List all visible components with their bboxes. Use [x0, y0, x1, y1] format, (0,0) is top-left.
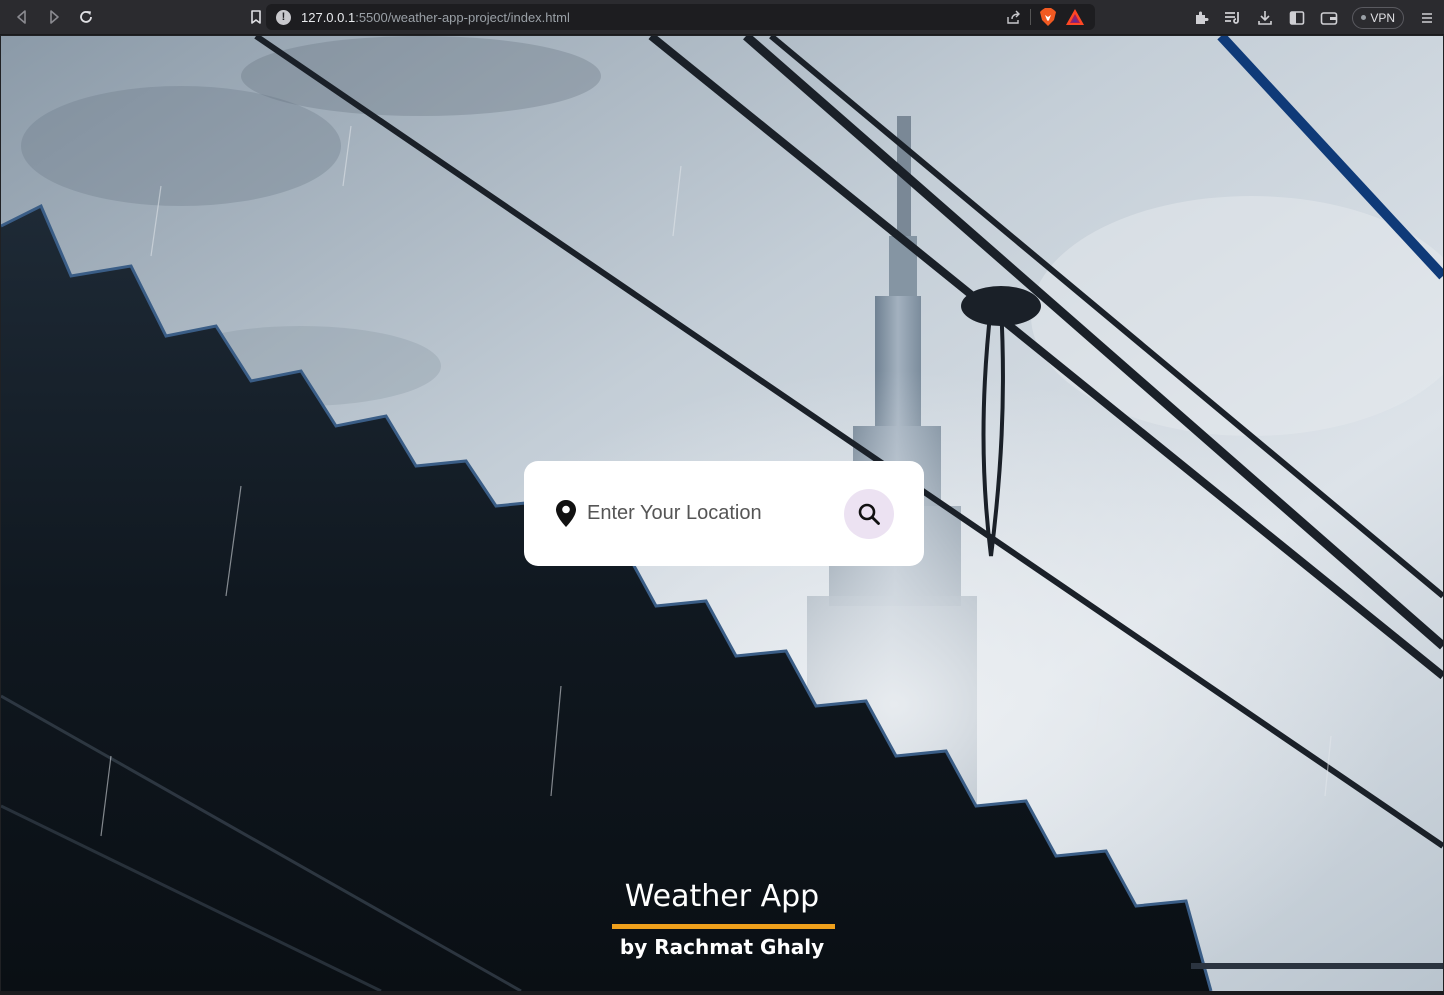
- reload-icon: [80, 11, 92, 23]
- back-button[interactable]: [8, 3, 36, 31]
- window-bottom-edge: [0, 991, 1444, 995]
- share-icon[interactable]: [1006, 9, 1022, 25]
- reload-button[interactable]: [72, 3, 100, 31]
- map-pin-icon: [554, 499, 578, 529]
- back-icon: [17, 10, 26, 24]
- download-icon[interactable]: [1256, 9, 1274, 27]
- menu-icon[interactable]: [1418, 9, 1436, 27]
- url-path: :5500/weather-app-project/index.html: [355, 9, 570, 25]
- vpn-status-dot: [1361, 15, 1367, 20]
- brave-rewards-icon[interactable]: [1065, 8, 1085, 26]
- wallet-icon[interactable]: [1320, 9, 1338, 27]
- sidebar-icon[interactable]: [1288, 9, 1306, 27]
- brave-shields-icon[interactable]: [1039, 7, 1057, 27]
- site-info-icon[interactable]: !: [276, 9, 291, 25]
- url-text[interactable]: 127.0.0.1:5500/weather-app-project/index…: [301, 10, 570, 25]
- bookmark-icon: [251, 10, 261, 24]
- browser-toolbar: ! 127.0.0.1:5500/weather-app-project/ind…: [0, 0, 1444, 35]
- divider: [1030, 9, 1031, 25]
- search-card: [524, 461, 924, 566]
- extensions-icon[interactable]: [1192, 9, 1210, 27]
- magnifier-icon: [858, 503, 880, 525]
- forward-icon: [50, 10, 59, 24]
- vpn-button[interactable]: VPN: [1352, 6, 1404, 29]
- author-credit: by Rachmat Ghaly: [619, 935, 825, 959]
- navigation-buttons: [8, 3, 100, 31]
- weather-app-page: Weather App by Rachmat Ghaly: [1, 36, 1443, 991]
- app-title: Weather App: [624, 879, 820, 914]
- playlist-icon[interactable]: [1224, 9, 1242, 27]
- url-host: 127.0.0.1: [301, 9, 356, 25]
- location-input[interactable]: [587, 502, 827, 525]
- address-bar-actions: [1006, 7, 1095, 27]
- title-underline: [612, 924, 835, 929]
- search-button[interactable]: [844, 488, 894, 539]
- vpn-label: VPN: [1370, 10, 1395, 25]
- toolbar-right: VPN: [1192, 0, 1436, 35]
- address-bar[interactable]: ! 127.0.0.1:5500/weather-app-project/ind…: [266, 4, 1095, 30]
- forward-button[interactable]: [40, 3, 68, 31]
